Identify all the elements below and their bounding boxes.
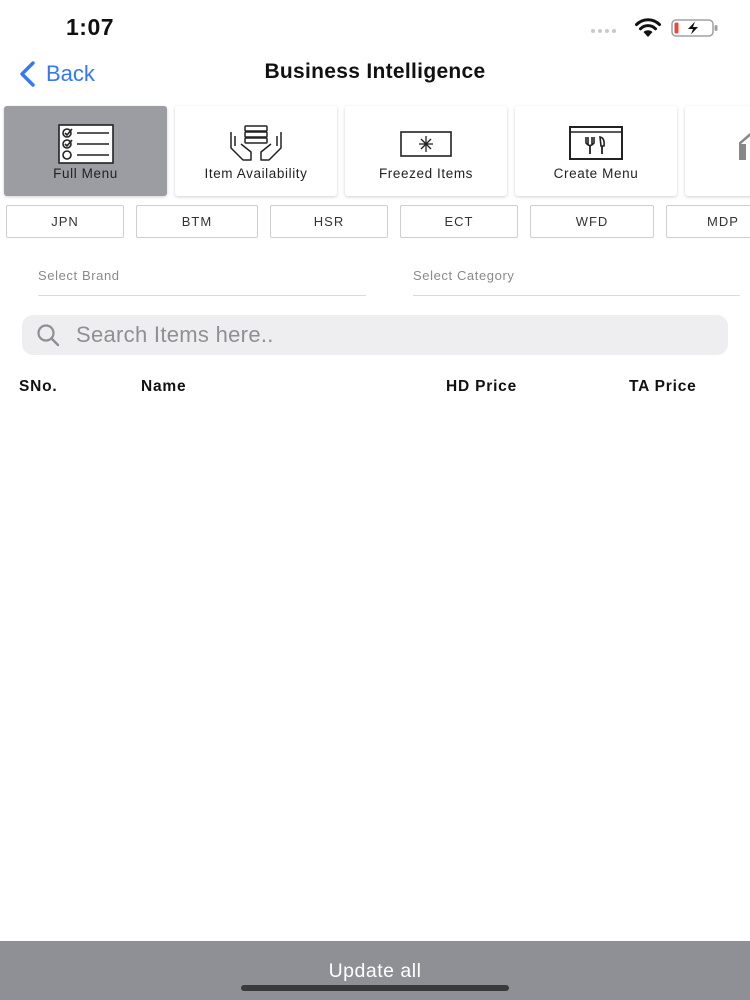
update-all-label: Update all: [328, 960, 422, 982]
chip-btm[interactable]: BTM: [136, 205, 258, 238]
tile-freezed-items[interactable]: Freezed Items: [345, 106, 507, 196]
search-input[interactable]: [76, 315, 716, 355]
freezer-icon: [400, 131, 452, 157]
search-icon: [37, 324, 60, 347]
tile-label: Create Menu: [553, 166, 639, 181]
column-header-name: Name: [141, 378, 187, 395]
signal-dots-icon: [591, 29, 616, 33]
tile-label: Freezed Items: [378, 166, 474, 181]
page-title: Business Intelligence: [264, 60, 486, 83]
column-header-ta-price: TA Price: [629, 378, 697, 395]
chip-wfd[interactable]: WFD: [530, 205, 654, 238]
column-header-hd-price: HD Price: [446, 378, 518, 395]
tile-store[interactable]: S: [685, 106, 750, 196]
battery-charging-icon: [671, 19, 718, 37]
tile-label: Full Menu: [53, 166, 118, 181]
tile-full-menu[interactable]: Full Menu: [4, 106, 167, 196]
select-brand[interactable]: Select Brand: [38, 264, 366, 296]
tile-label: Item Availability: [204, 166, 308, 181]
checklist-icon: [57, 124, 114, 164]
table-body: [0, 410, 750, 930]
select-category[interactable]: Select Category: [413, 264, 740, 296]
tile-item-availability[interactable]: Item Availability: [175, 106, 337, 196]
select-brand-placeholder: Select Brand: [38, 268, 120, 283]
select-category-placeholder: Select Category: [413, 268, 515, 283]
status-bar: 1:07: [0, 0, 750, 52]
chip-ect[interactable]: ECT: [400, 205, 518, 238]
feature-tiles: Full Menu Item Availability Freezed Item…: [4, 106, 750, 196]
chip-jpn[interactable]: JPN: [6, 205, 124, 238]
column-header-sno: SNo.: [19, 378, 58, 395]
status-time: 1:07: [66, 14, 115, 40]
store-icon: [739, 132, 750, 160]
search-bar[interactable]: [22, 315, 728, 355]
tile-create-menu[interactable]: Create Menu: [515, 106, 677, 196]
menu-board-icon: [569, 126, 623, 160]
screen: 1:07 Back Business Intelligence Full Men…: [0, 0, 750, 1000]
chip-hsr[interactable]: HSR: [270, 205, 388, 238]
home-indicator: [241, 985, 509, 991]
wifi-icon: [635, 18, 661, 37]
update-all-button[interactable]: Update all: [0, 941, 750, 1000]
chip-mdp[interactable]: MDP: [666, 205, 750, 238]
branch-chips: JPN BTM HSR ECT WFD MDP: [6, 205, 750, 238]
hands-stack-icon: [230, 125, 282, 161]
